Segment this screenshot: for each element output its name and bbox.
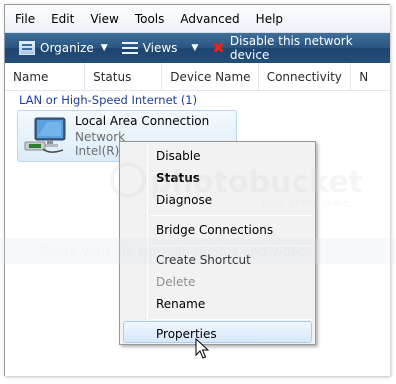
organize-button[interactable]: Organize ▼ bbox=[13, 33, 114, 63]
chevron-down-icon: ▼ bbox=[100, 43, 108, 53]
connection-status: Network bbox=[75, 130, 126, 144]
organize-icon bbox=[19, 41, 35, 55]
views-button[interactable]: Views ▼ bbox=[116, 33, 205, 63]
disable-network-device-button[interactable]: ✖ Disable this network device bbox=[206, 33, 390, 63]
mouse-cursor-icon bbox=[195, 338, 209, 359]
menu-edit[interactable]: Edit bbox=[43, 5, 82, 32]
column-headers: Name Status Device Name Connectivity N bbox=[5, 63, 390, 91]
network-adapter-icon bbox=[24, 117, 66, 153]
column-header-connectivity[interactable]: Connectivity bbox=[259, 63, 352, 90]
menu-item-disable[interactable]: Disable bbox=[156, 149, 201, 163]
column-header-name[interactable]: Name bbox=[5, 63, 86, 90]
context-menu: Disable Status Diagnose Bridge Connectio… bbox=[119, 141, 316, 345]
column-header-status[interactable]: Status bbox=[85, 63, 163, 90]
menu-highlight bbox=[123, 321, 312, 343]
column-header-network-category[interactable]: N bbox=[351, 63, 390, 90]
command-bar: Organize ▼ Views ▼ ✖ Disable this networ… bbox=[5, 33, 390, 63]
menu-separator bbox=[150, 319, 312, 320]
menu-file[interactable]: File bbox=[5, 5, 43, 32]
menu-help[interactable]: Help bbox=[248, 5, 291, 32]
menu-separator bbox=[150, 215, 312, 216]
menu-item-status[interactable]: Status bbox=[156, 171, 200, 185]
menu-view[interactable]: View bbox=[82, 5, 126, 32]
disable-x-icon: ✖ bbox=[212, 38, 225, 57]
menu-item-delete: Delete bbox=[156, 275, 196, 289]
menu-item-create-shortcut[interactable]: Create Shortcut bbox=[156, 253, 251, 267]
column-header-device-name[interactable]: Device Name bbox=[162, 63, 259, 90]
disable-label: Disable this network device bbox=[229, 34, 353, 62]
menu-advanced[interactable]: Advanced bbox=[172, 5, 247, 32]
organize-label: Organize bbox=[40, 41, 94, 55]
menu-separator bbox=[150, 245, 312, 246]
menu-tools[interactable]: Tools bbox=[127, 5, 173, 32]
menu-bar: File Edit View Tools Advanced Help bbox=[5, 5, 390, 33]
connection-name: Local Area Connection bbox=[75, 114, 210, 128]
group-header[interactable]: LAN or High-Speed Internet (1) bbox=[19, 93, 197, 107]
menu-item-rename[interactable]: Rename bbox=[156, 297, 205, 311]
views-label: Views bbox=[142, 41, 178, 55]
menu-item-bridge-connections[interactable]: Bridge Connections bbox=[156, 223, 273, 237]
chevron-down-icon: ▼ bbox=[191, 43, 199, 53]
menu-gutter bbox=[147, 144, 148, 342]
menu-item-diagnose[interactable]: Diagnose bbox=[156, 193, 212, 207]
views-icon bbox=[121, 42, 138, 54]
